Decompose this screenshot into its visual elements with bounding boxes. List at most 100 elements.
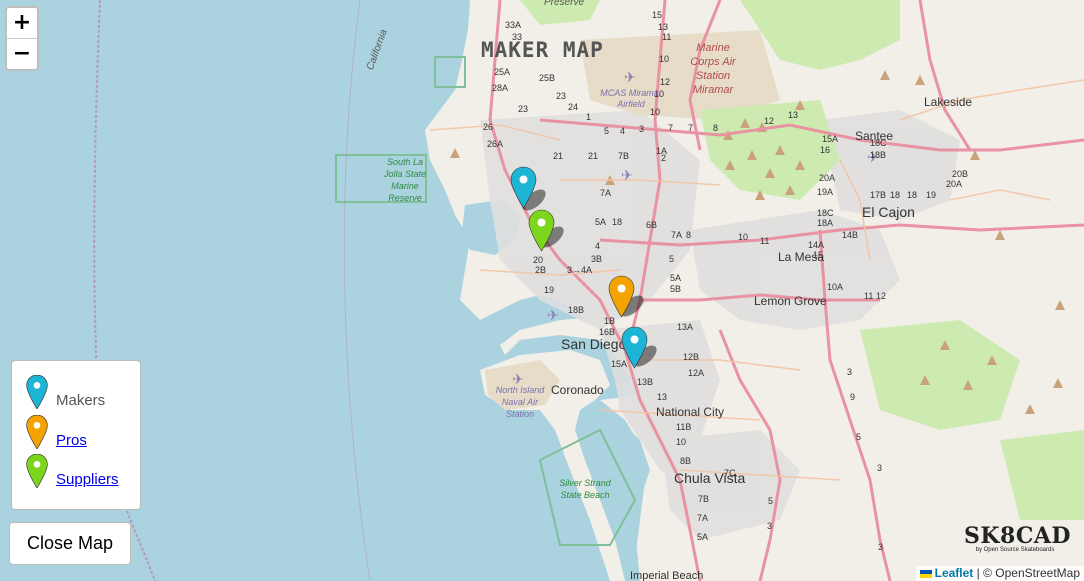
svg-text:5B: 5B [670, 284, 681, 294]
svg-text:18C: 18C [817, 208, 834, 218]
legend-item-makers: Makers [26, 375, 105, 409]
svg-text:13: 13 [788, 110, 798, 120]
legend-link-pros[interactable]: Pros [56, 432, 87, 449]
svg-text:7B: 7B [698, 494, 709, 504]
attribution-separator: | © [973, 566, 996, 580]
svg-text:Jolla State: Jolla State [383, 169, 426, 179]
svg-text:State Beach: State Beach [560, 490, 609, 500]
ukraine-flag-icon [919, 569, 932, 578]
svg-text:8B: 8B [680, 456, 691, 466]
svg-text:33A: 33A [505, 20, 521, 30]
svg-text:12B: 12B [683, 352, 699, 362]
svg-text:5: 5 [856, 432, 861, 442]
svg-text:6B: 6B [646, 220, 657, 230]
sk8cad-logo: SK8CAD by Open Source Skateboards [964, 523, 1070, 553]
svg-text:21: 21 [588, 151, 598, 161]
svg-text:19A: 19A [817, 187, 833, 197]
svg-text:20A: 20A [819, 173, 835, 183]
svg-text:26: 26 [483, 122, 493, 132]
svg-text:10: 10 [676, 437, 686, 447]
svg-text:3→4A: 3→4A [567, 265, 592, 275]
svg-text:13B: 13B [637, 377, 653, 387]
svg-text:7B: 7B [618, 151, 629, 161]
svg-text:19: 19 [926, 190, 936, 200]
svg-text:5A: 5A [595, 217, 606, 227]
leaflet-link[interactable]: Leaflet [935, 566, 974, 580]
svg-text:11: 11 [662, 32, 671, 42]
svg-text:18: 18 [907, 190, 917, 200]
svg-text:15: 15 [652, 10, 662, 20]
svg-text:7A: 7A [671, 230, 682, 240]
legend-item-pros[interactable]: Pros [26, 415, 87, 449]
svg-text:5: 5 [604, 126, 609, 136]
map-canvas[interactable]: ✈✈✈ ✈✈ 33A3325A25B 28A232423 2626A21 21 7… [0, 0, 1084, 581]
svg-text:5A: 5A [697, 532, 708, 542]
legend-item-suppliers[interactable]: Suppliers [26, 454, 119, 488]
zoom-out-button[interactable]: − [7, 38, 37, 69]
svg-text:26A: 26A [487, 139, 503, 149]
logo-tagline: by Open Source Skateboards [975, 547, 1055, 553]
svg-text:18B: 18B [870, 150, 886, 160]
svg-text:15A: 15A [822, 134, 838, 144]
zoom-in-button[interactable]: + [7, 8, 37, 38]
svg-text:8: 8 [686, 230, 691, 240]
svg-text:10: 10 [738, 232, 748, 242]
svg-text:7: 7 [688, 123, 693, 133]
map-pin-icon [26, 454, 48, 488]
svg-text:20B: 20B [952, 169, 968, 179]
svg-text:Silver Strand: Silver Strand [559, 478, 612, 488]
svg-text:18: 18 [612, 217, 622, 227]
svg-text:Marine: Marine [696, 42, 730, 54]
svg-text:National City: National City [656, 405, 724, 419]
map-title: MAKER MAP [481, 38, 604, 62]
svg-text:9: 9 [850, 392, 855, 402]
svg-text:21: 21 [553, 151, 563, 161]
svg-text:24: 24 [568, 102, 578, 112]
svg-text:3B: 3B [591, 254, 602, 264]
svg-text:12: 12 [660, 77, 670, 87]
svg-text:North Island: North Island [496, 385, 546, 395]
svg-text:23: 23 [518, 104, 528, 114]
svg-text:18: 18 [890, 190, 900, 200]
svg-text:3: 3 [878, 542, 883, 552]
svg-text:✈: ✈ [621, 167, 633, 183]
svg-text:19: 19 [544, 285, 554, 295]
svg-text:Santee: Santee [855, 129, 893, 143]
svg-text:San Diego: San Diego [561, 336, 627, 352]
svg-text:Lakeside: Lakeside [924, 95, 972, 109]
svg-text:7: 7 [668, 123, 673, 133]
svg-text:Lemon Grove: Lemon Grove [754, 294, 827, 308]
svg-text:Marine: Marine [391, 181, 419, 191]
svg-text:✈: ✈ [624, 69, 636, 85]
svg-text:Reserve: Reserve [388, 193, 422, 203]
svg-text:3: 3 [639, 124, 644, 134]
map-pin-icon [26, 415, 48, 449]
legend-panel: Makers Pros Suppliers [11, 360, 141, 510]
svg-text:2B: 2B [535, 265, 546, 275]
svg-text:1: 1 [586, 112, 591, 122]
svg-text:10: 10 [659, 54, 669, 64]
svg-text:25A: 25A [494, 67, 510, 77]
svg-text:13: 13 [658, 22, 668, 32]
svg-text:Station: Station [696, 70, 730, 82]
svg-text:3: 3 [767, 521, 772, 531]
legend-link-suppliers[interactable]: Suppliers [56, 471, 119, 488]
svg-text:5A: 5A [670, 273, 681, 283]
svg-text:Preserve: Preserve [544, 0, 584, 8]
svg-text:11: 11 [864, 291, 873, 301]
svg-text:7A: 7A [600, 188, 611, 198]
svg-text:1B: 1B [604, 316, 615, 326]
close-map-button[interactable]: Close Map [9, 522, 131, 565]
svg-text:18B: 18B [568, 305, 584, 315]
svg-text:3: 3 [877, 463, 882, 473]
svg-text:10A: 10A [827, 282, 843, 292]
svg-text:Imperial Beach: Imperial Beach [630, 570, 703, 581]
zoom-control: + − [5, 6, 39, 71]
svg-text:14A: 14A [808, 240, 824, 250]
svg-text:20: 20 [533, 255, 543, 265]
svg-text:Naval Air: Naval Air [502, 397, 539, 407]
osm-link[interactable]: OpenStreetMap [995, 566, 1080, 580]
svg-text:Chula Vista: Chula Vista [674, 470, 746, 486]
svg-text:MCAS Miramar: MCAS Miramar [600, 88, 663, 98]
svg-text:4: 4 [620, 126, 625, 136]
